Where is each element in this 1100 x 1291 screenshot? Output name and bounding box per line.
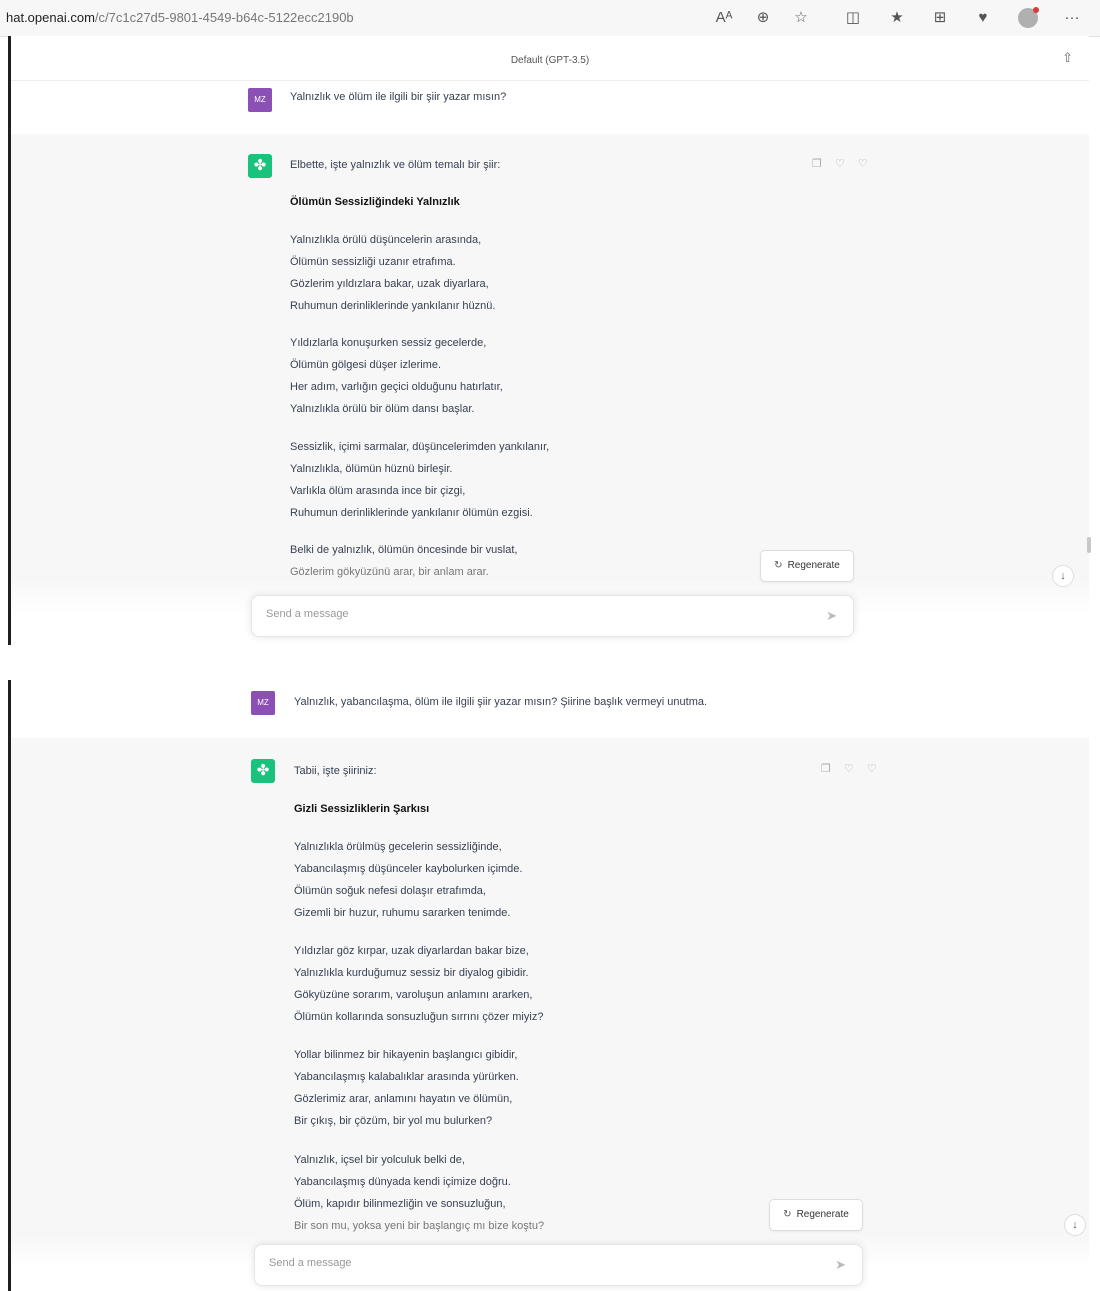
poem-line: Yalnızlıkla kurduğumuz sessiz bir diyalo… [294,967,529,979]
poem-line: Gözlerim yıldızlara bakar, uzak diyarlar… [290,278,489,290]
poem-line: Ölümün gölgesi düşer izlerime. [290,359,442,371]
user-message: MZ Yalnızlık ve ölüm ile ilgili bir şiir… [11,81,1089,134]
assistant-intro: Elbette, işte yalnızlık ve ölüm temalı b… [290,159,501,171]
poem-line: Ruhumun derinliklerinde yankılanır ölümü… [290,507,533,519]
poem-line: Bir çıkış, bir çözüm, bir yol mu bulurke… [294,1115,493,1127]
screenshot-panel-2: MZ Yalnızlık, yabancılaşma, ölüm ile ilg… [0,680,1100,1291]
poem-line: Sessizlik, içimi sarmalar, düşüncelerimd… [290,441,550,453]
poem-title: Ölümün Sessizliğindeki Yalnızlık [290,196,460,208]
extensions-icon[interactable]: ♥ [972,7,994,29]
url-domain: hat.openai.com [6,10,95,25]
poem-line: Yalnızlık, içsel bir yolculuk belki de, [294,1154,465,1166]
assistant-intro: Tabii, işte şiiriniz: [294,765,377,777]
poem-line: Yıldızlarla konuşurken sessiz gecelerde, [290,337,487,349]
url-path: /c/7c1c27d5-9801-4549-b64c-5122ecc2190b [94,10,354,25]
regenerate-label: Regenerate [796,1209,849,1220]
scroll-down-button[interactable]: ↓ [1064,1214,1086,1236]
regenerate-icon: ↻ [774,560,783,571]
user-message-text: Yalnızlık ve ölüm ile ilgili bir şiir ya… [290,91,507,103]
poem-line: Her adım, varlığın geçici olduğunu hatır… [290,381,503,393]
favorites-icon[interactable]: ★ [886,7,908,29]
scrollbar-thumb[interactable] [1087,537,1091,553]
regenerate-button[interactable]: ↻ Regenerate [760,550,854,582]
screenshot-panel-1: hat.openai.com/c/7c1c27d5-9801-4549-b64c… [0,0,1100,645]
poem-line: Gökyüzüne sorarım, varoluşun anlamını ar… [294,989,533,1001]
poem-line: Ölümün soğuk nefesi dolaşır etrafımda, [294,885,486,897]
model-label: Default (GPT-3.5) [510,55,590,66]
regenerate-icon: ↻ [783,1209,792,1220]
user-avatar: MZ [248,88,272,112]
favorite-star-icon[interactable]: ☆ [790,7,812,29]
zoom-icon[interactable]: ⊕ [752,7,774,29]
message-input[interactable] [267,1256,791,1270]
poem-line: Yalnızlıkla, ölümün hüznü birleşir. [290,463,453,475]
profile-avatar[interactable] [1018,7,1039,28]
poem-line: Yalnızlıkla örülmüş gecelerin sessizliği… [294,841,502,853]
notification-dot [1033,7,1039,13]
poem-line: Ölümün sessizliği uzanır etrafıma. [290,256,456,268]
poem-line: Yabancılaşmış kalabalıklar arasında yürü… [294,1071,519,1083]
browser-address-bar: hat.openai.com/c/7c1c27d5-9801-4549-b64c… [0,0,1100,37]
chatgpt-logo-icon: ✤ [251,759,275,783]
message-input[interactable] [264,607,788,621]
poem-line: Yollar bilinmez bir hikayenin başlangıcı… [294,1049,518,1061]
poem-line: Yalnızlıkla örülü düşüncelerin arasında, [290,234,482,246]
regenerate-button[interactable]: ↻ Regenerate [769,1199,863,1231]
assistant-message: ✤ ❐ ♡ ♡ Elbette, işte yalnızlık ve ölüm … [11,134,1089,645]
poem-line: Ölümün kollarında sonsuzluğun sırrını çö… [294,1011,544,1023]
send-icon[interactable]: ➤ [826,608,837,624]
arrow-down-icon: ↓ [1072,1219,1078,1231]
user-avatar: MZ [251,691,275,715]
poem-line: Ruhumun derinliklerinde yankılanır hüznü… [290,300,496,312]
collections-icon[interactable]: ⊞ [929,7,951,29]
poem-line: Ölüm, kapıdır bilinmezliğin ve sonsuzluğ… [294,1198,506,1210]
send-icon[interactable]: ➤ [835,1257,846,1273]
split-screen-icon[interactable]: ◫ [842,7,864,29]
chatgpt-logo-icon: ✤ [248,154,272,178]
regenerate-label: Regenerate [787,560,840,571]
read-aloud-icon[interactable]: Aᴬ [713,7,735,29]
feedback-icons[interactable]: ❐ ♡ ♡ [812,157,873,170]
user-message-text: Yalnızlık, yabancılaşma, ölüm ile ilgili… [294,696,708,708]
feedback-icons[interactable]: ❐ ♡ ♡ [821,762,882,775]
poem-line: Gizemli bir huzur, ruhumu sararken tenim… [294,907,511,919]
user-message: MZ Yalnızlık, yabancılaşma, ölüm ile ilg… [11,680,1089,738]
assistant-message: ✤ ❐ ♡ ♡ Tabii, işte şiiriniz: Gizli Sess… [11,738,1089,1291]
poem-line: Yıldızlar göz kırpar, uzak diyarlardan b… [294,945,529,957]
poem-line: Yabancılaşmış düşünceler kaybolurken içi… [294,863,523,875]
message-input-box: ➤ [254,1244,863,1286]
url-field[interactable]: hat.openai.com/c/7c1c27d5-9801-4549-b64c… [6,10,354,25]
message-input-box: ➤ [251,595,854,637]
poem-line: Varlıkla ölüm arasında ince bir çizgi, [290,485,466,497]
share-icon[interactable]: ⇧ [1062,50,1073,66]
poem-line: Yalnızlıkla örülü bir ölüm dansı başlar. [290,403,475,415]
poem-line: Bir son mu, yoksa yeni bir başlangıç mı … [294,1220,545,1232]
poem-title: Gizli Sessizliklerin Şarkısı [294,803,430,815]
poem-line: Gözlerimiz arar, anlamını hayatın ve ölü… [294,1093,513,1105]
poem-line: Belki de yalnızlık, ölümün öncesinde bir… [290,544,518,556]
poem-line: Yabancılaşmış dünyada kendi içimize doğr… [294,1176,511,1188]
chat-header: Default (GPT-3.5) ⇧ [11,36,1089,81]
more-options-icon[interactable]: ··· [1061,7,1083,29]
arrow-down-icon: ↓ [1060,570,1066,582]
poem-line: Gözlerim gökyüzünü arar, bir anlam arar. [290,566,489,578]
scroll-down-button[interactable]: ↓ [1052,565,1074,587]
